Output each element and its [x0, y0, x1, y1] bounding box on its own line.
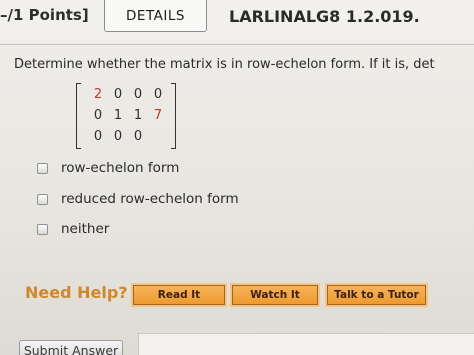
- matrix-row: 2 0 0 0: [88, 85, 168, 105]
- matrix-cell: 0: [133, 87, 143, 102]
- option-label: neither: [61, 221, 110, 237]
- matrix-cell: 0: [113, 129, 123, 144]
- matrix-cell: 1: [133, 108, 143, 123]
- read-it-button[interactable]: Read It: [133, 285, 225, 305]
- option-label: reduced row-echelon form: [61, 191, 239, 207]
- bottom-panel: [138, 333, 474, 355]
- matrix-cell: 0: [113, 87, 123, 102]
- option-neither[interactable]: neither: [37, 219, 109, 239]
- matrix-row: 0 0 0: [88, 127, 168, 147]
- matrix: 2 0 0 0 0 1 1 7 0 0 0: [76, 83, 176, 149]
- matrix-right-bracket: [171, 83, 176, 149]
- matrix-cell: [148, 127, 168, 147]
- matrix-cell: 0: [133, 129, 143, 144]
- question-header: –/1 Points] DETAILS LARLINALG8 1.2.019.: [0, 0, 474, 40]
- checkbox[interactable]: [37, 193, 48, 205]
- option-row-echelon[interactable]: row-echelon form: [37, 158, 179, 178]
- option-label: row-echelon form: [61, 160, 180, 176]
- problem-id: LARLINALG8 1.2.019.: [229, 7, 420, 26]
- matrix-cell: 1: [113, 108, 123, 123]
- matrix-cell: 0: [93, 108, 103, 123]
- matrix-row: 0 1 1 7: [88, 106, 168, 126]
- details-tab[interactable]: DETAILS: [104, 0, 207, 32]
- matrix-left-bracket: [76, 83, 81, 149]
- need-help-label: Need Help?: [25, 283, 128, 302]
- checkbox[interactable]: [37, 223, 48, 235]
- matrix-cell: 0: [93, 129, 103, 144]
- matrix-cell: 7: [153, 108, 163, 123]
- matrix-cell: 2: [93, 87, 103, 102]
- checkbox[interactable]: [37, 162, 48, 174]
- screen: –/1 Points] DETAILS LARLINALG8 1.2.019. …: [0, 0, 474, 355]
- points-label: –/1 Points]: [0, 6, 89, 24]
- option-reduced-row-echelon[interactable]: reduced row-echelon form: [37, 189, 239, 209]
- submit-answer-button[interactable]: Submit Answer: [19, 340, 123, 355]
- talk-to-tutor-button[interactable]: Talk to a Tutor: [327, 285, 426, 305]
- header-divider: [0, 44, 474, 45]
- matrix-cell: 0: [153, 87, 163, 102]
- watch-it-button[interactable]: Watch It: [232, 285, 318, 305]
- question-text: Determine whether the matrix is in row-e…: [14, 57, 435, 72]
